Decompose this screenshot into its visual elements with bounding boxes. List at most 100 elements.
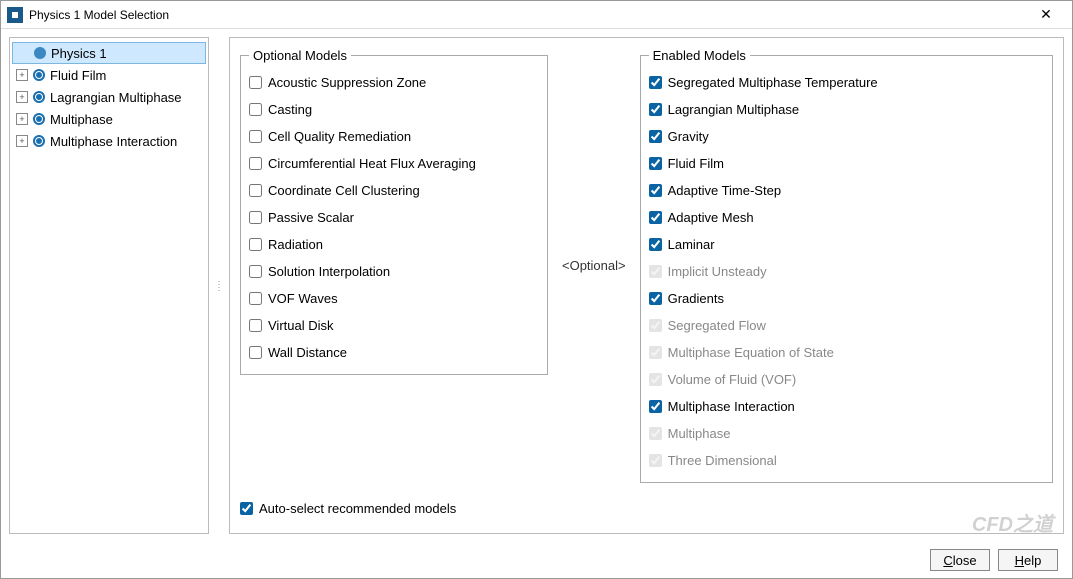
optional-item[interactable]: Cell Quality Remediation bbox=[249, 123, 539, 150]
enabled-item[interactable]: Segregated Multiphase Temperature bbox=[649, 69, 1044, 96]
enabled-item: Segregated Flow bbox=[649, 312, 1044, 339]
content-area: Physics 1 +Fluid Film+Lagrangian Multiph… bbox=[1, 29, 1072, 542]
enabled-item: Multiphase Equation of State bbox=[649, 339, 1044, 366]
optional-checkbox[interactable] bbox=[249, 76, 262, 89]
enabled-checkbox[interactable] bbox=[649, 238, 662, 251]
footer: Close Help bbox=[1, 542, 1072, 578]
enabled-item-label: Laminar bbox=[668, 237, 1044, 252]
enabled-item-label: Fluid Film bbox=[668, 156, 1044, 171]
optional-item[interactable]: Virtual Disk bbox=[249, 312, 539, 339]
optional-checkbox[interactable] bbox=[249, 346, 262, 359]
optional-checkbox[interactable] bbox=[249, 103, 262, 116]
optional-checkbox[interactable] bbox=[249, 184, 262, 197]
enabled-item-label: Multiphase bbox=[668, 426, 1044, 441]
enabled-item-label: Multiphase Interaction bbox=[668, 399, 1044, 414]
enabled-checkbox[interactable] bbox=[649, 292, 662, 305]
optional-models-group: Optional Models Acoustic Suppression Zon… bbox=[240, 48, 548, 375]
optional-checkbox[interactable] bbox=[249, 265, 262, 278]
optional-checkbox[interactable] bbox=[249, 238, 262, 251]
optional-item-label: Cell Quality Remediation bbox=[268, 129, 411, 144]
enabled-item-label: Adaptive Mesh bbox=[668, 210, 1044, 225]
optional-checkbox[interactable] bbox=[249, 319, 262, 332]
enabled-checkbox[interactable] bbox=[649, 103, 662, 116]
physics-icon bbox=[33, 46, 47, 60]
enabled-item-label: Implicit Unsteady bbox=[668, 264, 1044, 279]
app-icon bbox=[7, 7, 23, 23]
tree-item-label: Lagrangian Multiphase bbox=[50, 90, 182, 105]
optional-checkbox[interactable] bbox=[249, 211, 262, 224]
close-button[interactable]: Close bbox=[930, 549, 990, 571]
expand-icon[interactable]: + bbox=[16, 113, 28, 125]
enabled-checkbox bbox=[649, 319, 662, 332]
optional-item[interactable]: Radiation bbox=[249, 231, 539, 258]
autoselect-row[interactable]: Auto-select recommended models bbox=[240, 501, 1053, 516]
tree-root[interactable]: Physics 1 bbox=[12, 42, 206, 64]
enabled-checkbox bbox=[649, 346, 662, 359]
node-icon bbox=[32, 112, 46, 126]
enabled-checkbox[interactable] bbox=[649, 76, 662, 89]
enabled-item-label: Three Dimensional bbox=[668, 453, 1044, 468]
expand-icon[interactable]: + bbox=[16, 91, 28, 103]
optional-item-label: Solution Interpolation bbox=[268, 264, 390, 279]
tree-item[interactable]: +Multiphase Interaction bbox=[12, 130, 206, 152]
optional-item[interactable]: Coordinate Cell Clustering bbox=[249, 177, 539, 204]
tree-item[interactable]: +Fluid Film bbox=[12, 64, 206, 86]
enabled-item[interactable]: Lagrangian Multiphase bbox=[649, 96, 1044, 123]
enabled-item-label: Gradients bbox=[668, 291, 1044, 306]
optional-item[interactable]: Passive Scalar bbox=[249, 204, 539, 231]
enabled-item-label: Lagrangian Multiphase bbox=[668, 102, 1044, 117]
optional-item-label: Radiation bbox=[268, 237, 323, 252]
expand-icon[interactable]: + bbox=[16, 135, 28, 147]
enabled-item-label: Segregated Multiphase Temperature bbox=[668, 75, 1044, 90]
optional-checkbox[interactable] bbox=[249, 292, 262, 305]
enabled-item[interactable]: Laminar bbox=[649, 231, 1044, 258]
tree-panel: Physics 1 +Fluid Film+Lagrangian Multiph… bbox=[9, 37, 209, 534]
optional-item[interactable]: Casting bbox=[249, 96, 539, 123]
close-icon[interactable]: ✕ bbox=[1026, 6, 1066, 23]
expand-icon[interactable]: + bbox=[16, 69, 28, 81]
node-icon bbox=[32, 90, 46, 104]
enabled-item[interactable]: Fluid Film bbox=[649, 150, 1044, 177]
optional-checkbox[interactable] bbox=[249, 157, 262, 170]
enabled-item[interactable]: Gravity bbox=[649, 123, 1044, 150]
close-button-rest: lose bbox=[953, 553, 977, 568]
expand-placeholder bbox=[17, 47, 29, 59]
optional-checkbox[interactable] bbox=[249, 130, 262, 143]
optional-item[interactable]: Solution Interpolation bbox=[249, 258, 539, 285]
autoselect-checkbox[interactable] bbox=[240, 502, 253, 515]
optional-item-label: Coordinate Cell Clustering bbox=[268, 183, 420, 198]
enabled-item[interactable]: Multiphase Interaction bbox=[649, 393, 1044, 420]
splitter[interactable]: ···· bbox=[215, 37, 223, 534]
enabled-checkbox[interactable] bbox=[649, 211, 662, 224]
help-button-rest: elp bbox=[1024, 553, 1041, 568]
right-panel: Optional Models Acoustic Suppression Zon… bbox=[229, 37, 1064, 534]
enabled-item-label: Volume of Fluid (VOF) bbox=[668, 372, 1044, 387]
enabled-checkbox[interactable] bbox=[649, 130, 662, 143]
enabled-item-label: Gravity bbox=[668, 129, 1044, 144]
enabled-item: Three Dimensional bbox=[649, 447, 1044, 474]
enabled-checkbox bbox=[649, 265, 662, 278]
enabled-item[interactable]: Adaptive Time-Step bbox=[649, 177, 1044, 204]
enabled-models-group: Enabled Models Segregated Multiphase Tem… bbox=[640, 48, 1053, 483]
optional-item[interactable]: Circumferential Heat Flux Averaging bbox=[249, 150, 539, 177]
optional-item-label: Passive Scalar bbox=[268, 210, 354, 225]
enabled-checkbox[interactable] bbox=[649, 400, 662, 413]
enabled-checkbox[interactable] bbox=[649, 184, 662, 197]
node-icon bbox=[32, 134, 46, 148]
enabled-item[interactable]: Adaptive Mesh bbox=[649, 204, 1044, 231]
tree-item[interactable]: + Lagrangian Multiphase bbox=[12, 86, 206, 108]
enabled-item: Multiphase bbox=[649, 420, 1044, 447]
optional-item-label: Acoustic Suppression Zone bbox=[268, 75, 426, 90]
optional-item[interactable]: VOF Waves bbox=[249, 285, 539, 312]
tree-item[interactable]: +Multiphase bbox=[12, 108, 206, 130]
optional-tag: <Optional> bbox=[558, 258, 630, 273]
enabled-legend: Enabled Models bbox=[649, 48, 750, 63]
enabled-item: Volume of Fluid (VOF) bbox=[649, 366, 1044, 393]
enabled-item[interactable]: Gradients bbox=[649, 285, 1044, 312]
enabled-checkbox[interactable] bbox=[649, 157, 662, 170]
optional-item[interactable]: Wall Distance bbox=[249, 339, 539, 366]
help-button[interactable]: Help bbox=[998, 549, 1058, 571]
optional-item[interactable]: Acoustic Suppression Zone bbox=[249, 69, 539, 96]
titlebar: Physics 1 Model Selection ✕ bbox=[1, 1, 1072, 29]
tree-root-label: Physics 1 bbox=[51, 46, 107, 61]
